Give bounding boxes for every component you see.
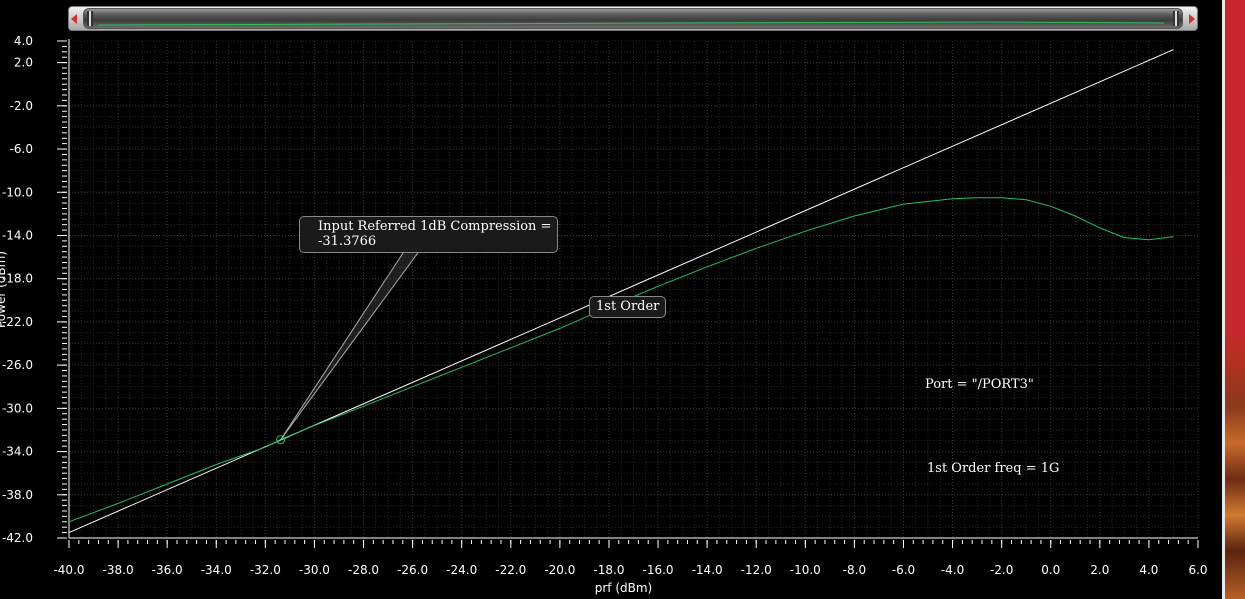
scroll-right-handle[interactable] [1173, 11, 1179, 26]
scroll-left-arrow-icon[interactable] [71, 14, 77, 24]
x-tick-label: -8.0 [843, 563, 866, 577]
x-tick-label: -32.0 [250, 563, 281, 577]
x-tick-label: -28.0 [348, 563, 379, 577]
y-tick-label: 2.0 [14, 56, 33, 70]
x-tick-label: -16.0 [643, 563, 674, 577]
x-tick-label: -36.0 [152, 563, 183, 577]
port-note: Port = "/PORT3" [925, 377, 1034, 392]
y-tick-label: -2.0 [10, 99, 33, 113]
y-tick-label: -26.0 [2, 358, 33, 372]
y-tick-label: -30.0 [2, 401, 33, 415]
x-tick-label: -4.0 [941, 563, 964, 577]
y-tick-label: -10.0 [2, 185, 33, 199]
x-tick-label: 2.0 [1090, 563, 1109, 577]
x-tick-label: -30.0 [299, 563, 330, 577]
y-axis-title: Power (dBm) [0, 251, 8, 328]
horizontal-scrollbar[interactable] [68, 6, 1198, 31]
x-tick-label: -2.0 [990, 563, 1013, 577]
x-tick-label: -20.0 [544, 563, 575, 577]
x-tick-label: -40.0 [53, 563, 84, 577]
x-tick-label: -6.0 [892, 563, 915, 577]
compression-callout[interactable]: Input Referred 1dB Compression = -31.376… [299, 216, 559, 253]
y-tick-label: -34.0 [2, 445, 33, 459]
x-tick-label: -26.0 [397, 563, 428, 577]
y-tick-label: -6.0 [10, 142, 33, 156]
desktop-background-strip [1222, 0, 1245, 599]
x-tick-label: -14.0 [692, 563, 723, 577]
x-tick-label: 0.0 [1041, 563, 1060, 577]
y-tick-label: -38.0 [2, 488, 33, 502]
x-tick-label: 6.0 [1188, 563, 1207, 577]
scroll-right-arrow-icon[interactable] [1189, 14, 1195, 24]
window-edge [1222, 0, 1225, 599]
x-tick-label: 4.0 [1139, 563, 1158, 577]
scroll-thumb[interactable] [83, 8, 1183, 29]
compression-callout-line1: Input Referred 1dB Compression = [318, 219, 552, 234]
x-tick-label: -24.0 [446, 563, 477, 577]
x-tick-label: -38.0 [103, 563, 134, 577]
x-tick-label: -10.0 [790, 563, 821, 577]
y-tick-label: -14.0 [2, 228, 33, 242]
y-tick-label: -42.0 [2, 531, 33, 545]
x-tick-label: -12.0 [741, 563, 772, 577]
y-tick-label: 4.0 [14, 34, 33, 48]
overview-trace [97, 21, 1165, 26]
compression-callout-line2: -31.3766 [318, 234, 377, 249]
x-tick-label: -18.0 [593, 563, 624, 577]
freq-note: 1st Order freq = 1G [927, 461, 1060, 476]
x-tick-label: -22.0 [495, 563, 526, 577]
first-order-label: 1st Order [596, 299, 660, 314]
x-axis-title: prf (dBm) [595, 581, 653, 595]
first-order-callout[interactable]: 1st Order [589, 296, 667, 318]
x-tick-label: -34.0 [201, 563, 232, 577]
plot-area[interactable]: -40.0 -38.0 -36.0 -34.0 -32.0 -30.0 -28.0 -26.0… [0, 0, 1222, 599]
